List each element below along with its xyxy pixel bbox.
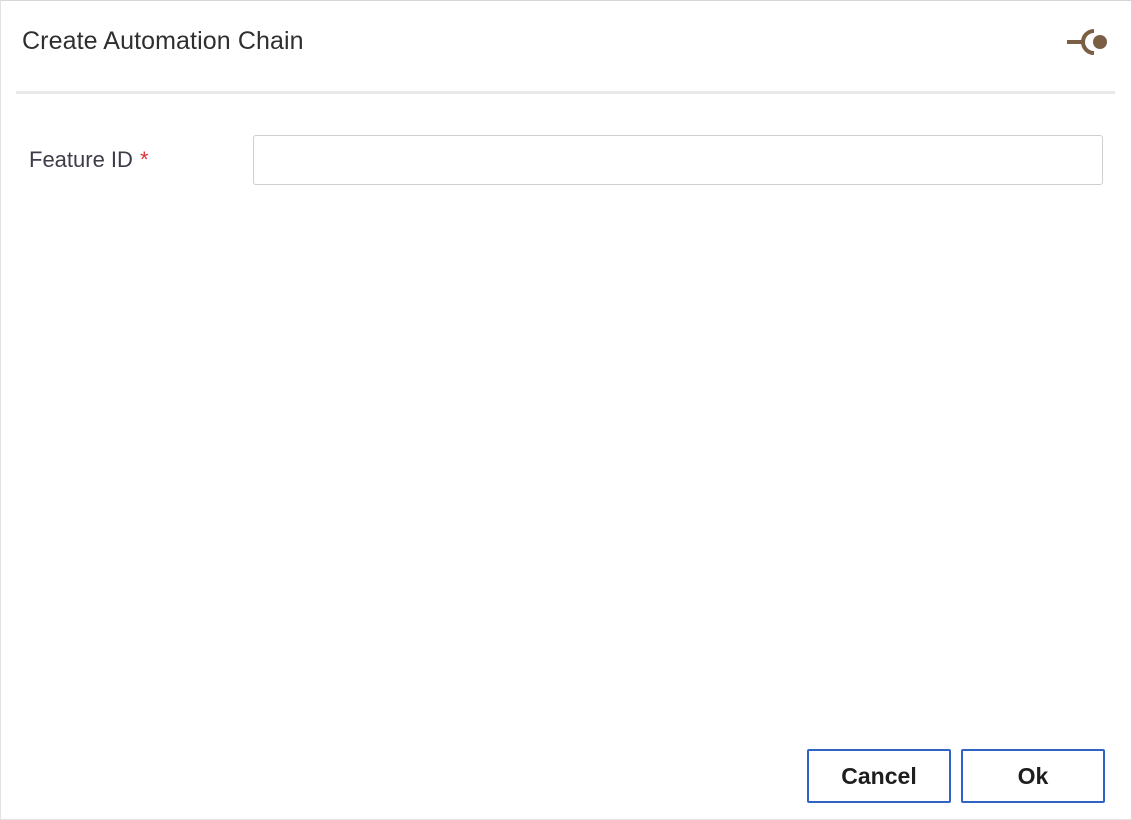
dialog-header: Create Automation Chain xyxy=(1,1,1131,91)
feature-id-label: Feature ID * xyxy=(29,147,149,173)
cancel-button[interactable]: Cancel xyxy=(807,749,951,803)
pin-icon[interactable] xyxy=(1065,28,1111,56)
required-marker: * xyxy=(139,147,149,172)
feature-id-input[interactable] xyxy=(253,135,1103,185)
feature-id-label-text: Feature ID xyxy=(29,147,133,172)
header-divider xyxy=(16,91,1115,94)
ok-button[interactable]: Ok xyxy=(961,749,1105,803)
create-automation-chain-dialog: Create Automation Chain Feature ID * Canc… xyxy=(0,0,1132,820)
dialog-title: Create Automation Chain xyxy=(22,27,304,55)
